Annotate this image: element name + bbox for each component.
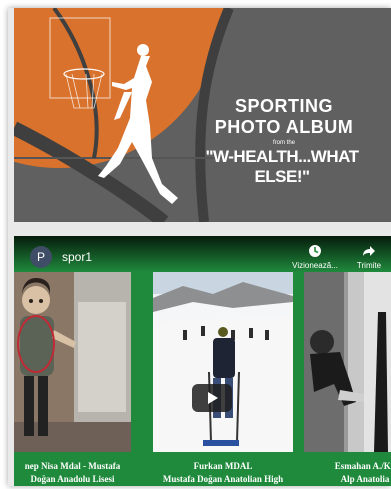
banner: SPORTING PHOTO ALBUM from the "W-HEALTH.… [14,8,391,222]
banner-line2: PHOTO ALBUM [214,117,354,137]
caption-2-line2: Mustafa Doğan Anatolian High [162,474,284,484]
watch-later-button[interactable]: Vizionează... [290,244,340,271]
banner-line4: "W-HEALTH...WHAT ELSE!" [205,147,360,186]
thumbnail-3-image [304,272,391,452]
channel-avatar[interactable]: P [30,246,52,268]
caption-3-line2: Alp Anatolia [340,474,390,484]
play-button[interactable] [192,384,232,412]
video-thumbnail-3[interactable] [304,272,391,452]
video-thumbnail-1[interactable] [14,272,131,452]
banner-title: SPORTING PHOTO ALBUM from the "W-HEALTH.… [184,96,384,187]
watch-later-label: Vizionează... [292,261,338,270]
banner-line3: from the [272,140,295,146]
video-thumbnail-2[interactable] [153,272,293,452]
embed-frame: SPORTING PHOTO ALBUM from the "W-HEALTH.… [8,8,391,486]
thumbnail-2-image [153,272,293,452]
video-player[interactable]: P spor1 Vizionează... Trimite nep Nisa M… [14,236,391,486]
share-button[interactable]: Trimite [344,244,391,271]
caption-2-line1: Furkan MDAL [193,461,253,471]
video-caption-2: Furkan MDAL Mustafa Doğan Anatolian High [153,460,293,486]
video-caption-3: Esmahan A./Ka Alp Anatolia [310,460,391,486]
share-icon [344,244,391,261]
banner-line1: SPORTING [234,96,333,116]
share-label: Trimite [356,261,382,270]
caption-1-line2: Doğan Anadolu Lisesi [30,474,115,484]
caption-1-line1: nep Nisa Mdal - Mustafa [24,461,121,471]
caption-3-line1: Esmahan A./Ka [334,461,391,471]
channel-name[interactable]: spor1 [62,250,92,264]
thumbnail-1-image [14,272,131,452]
clock-icon [290,244,340,261]
video-caption-1: nep Nisa Mdal - Mustafa Doğan Anadolu Li… [14,460,135,486]
play-icon [208,392,218,404]
